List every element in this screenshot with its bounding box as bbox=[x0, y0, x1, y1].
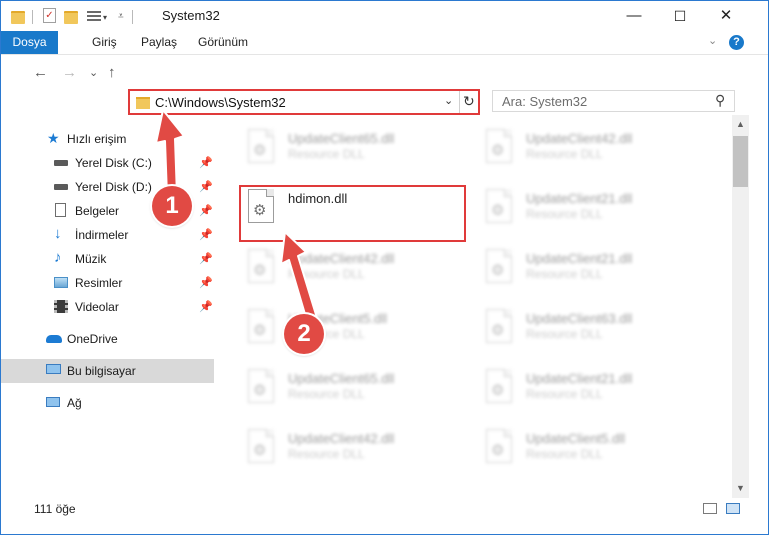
step-2-badge: 2 bbox=[284, 314, 324, 354]
step-1-badge: 1 bbox=[152, 186, 192, 226]
annotation-arrows bbox=[155, 109, 318, 322]
arrow-1 bbox=[155, 109, 185, 197]
arrow-2 bbox=[280, 231, 318, 322]
